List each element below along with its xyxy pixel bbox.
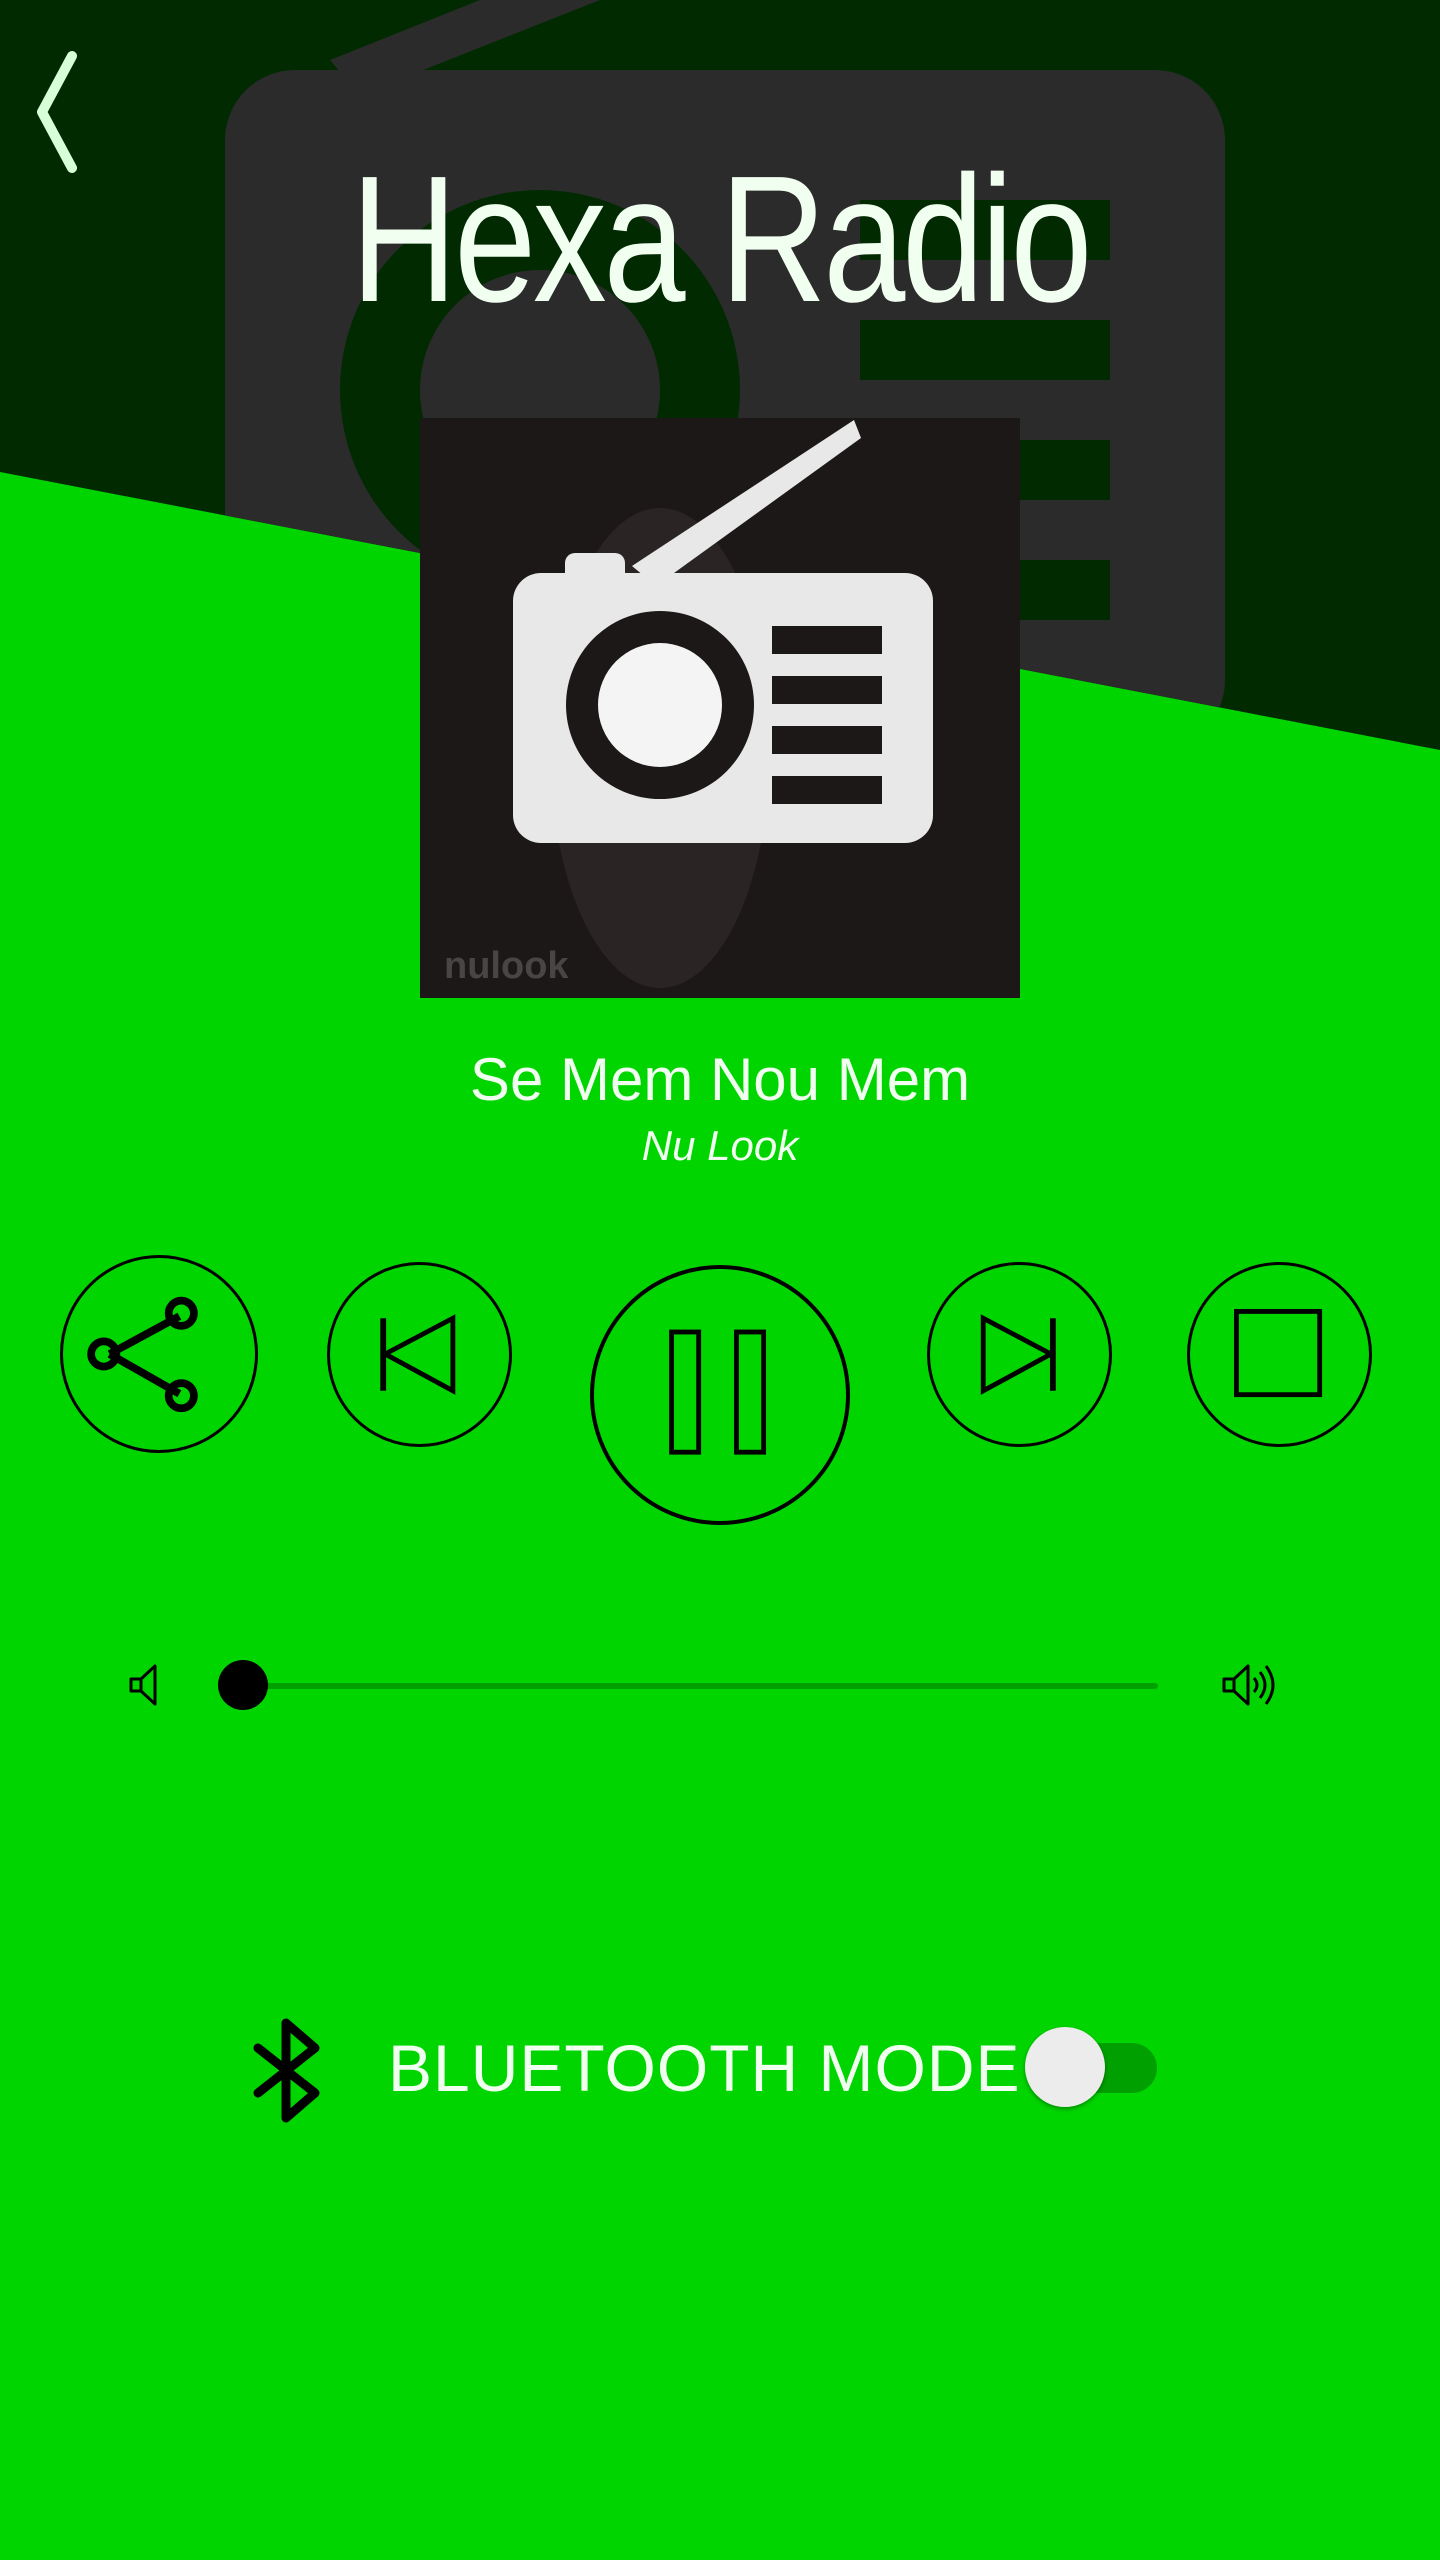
volume-track <box>243 1683 1158 1689</box>
page-title: Hexa Radio <box>350 139 1093 340</box>
back-button[interactable] <box>30 50 100 175</box>
chevron-left-icon <box>37 51 77 173</box>
album-watermark: nulook <box>444 945 569 987</box>
share-button[interactable] <box>60 1255 258 1453</box>
skip-next-icon <box>980 1314 1057 1395</box>
next-button[interactable] <box>927 1262 1112 1447</box>
bluetooth-toggle[interactable] <box>1025 2025 1160 2110</box>
volume-thumb[interactable] <box>218 1660 268 1710</box>
stop-button[interactable] <box>1187 1262 1372 1447</box>
volume-low-icon <box>129 1664 157 1706</box>
album-art: nulook <box>420 418 1020 998</box>
radio-icon <box>513 420 933 988</box>
volume-slider[interactable] <box>218 1660 1158 1710</box>
skip-previous-icon <box>380 1314 456 1395</box>
share-icon <box>87 1296 198 1413</box>
pause-button[interactable] <box>590 1265 850 1525</box>
song-title: Se Mem Nou Mem <box>469 1046 971 1113</box>
bluetooth-icon <box>253 2018 320 2123</box>
stop-icon <box>1234 1309 1323 1398</box>
previous-button[interactable] <box>327 1262 512 1447</box>
pause-icon <box>669 1329 767 1455</box>
artist-name: Nu Look <box>641 1122 799 1169</box>
volume-high-icon <box>1222 1664 1275 1706</box>
toggle-knob <box>1025 2027 1105 2107</box>
bluetooth-label: BLUETOOTH MODE <box>388 2031 1021 2105</box>
